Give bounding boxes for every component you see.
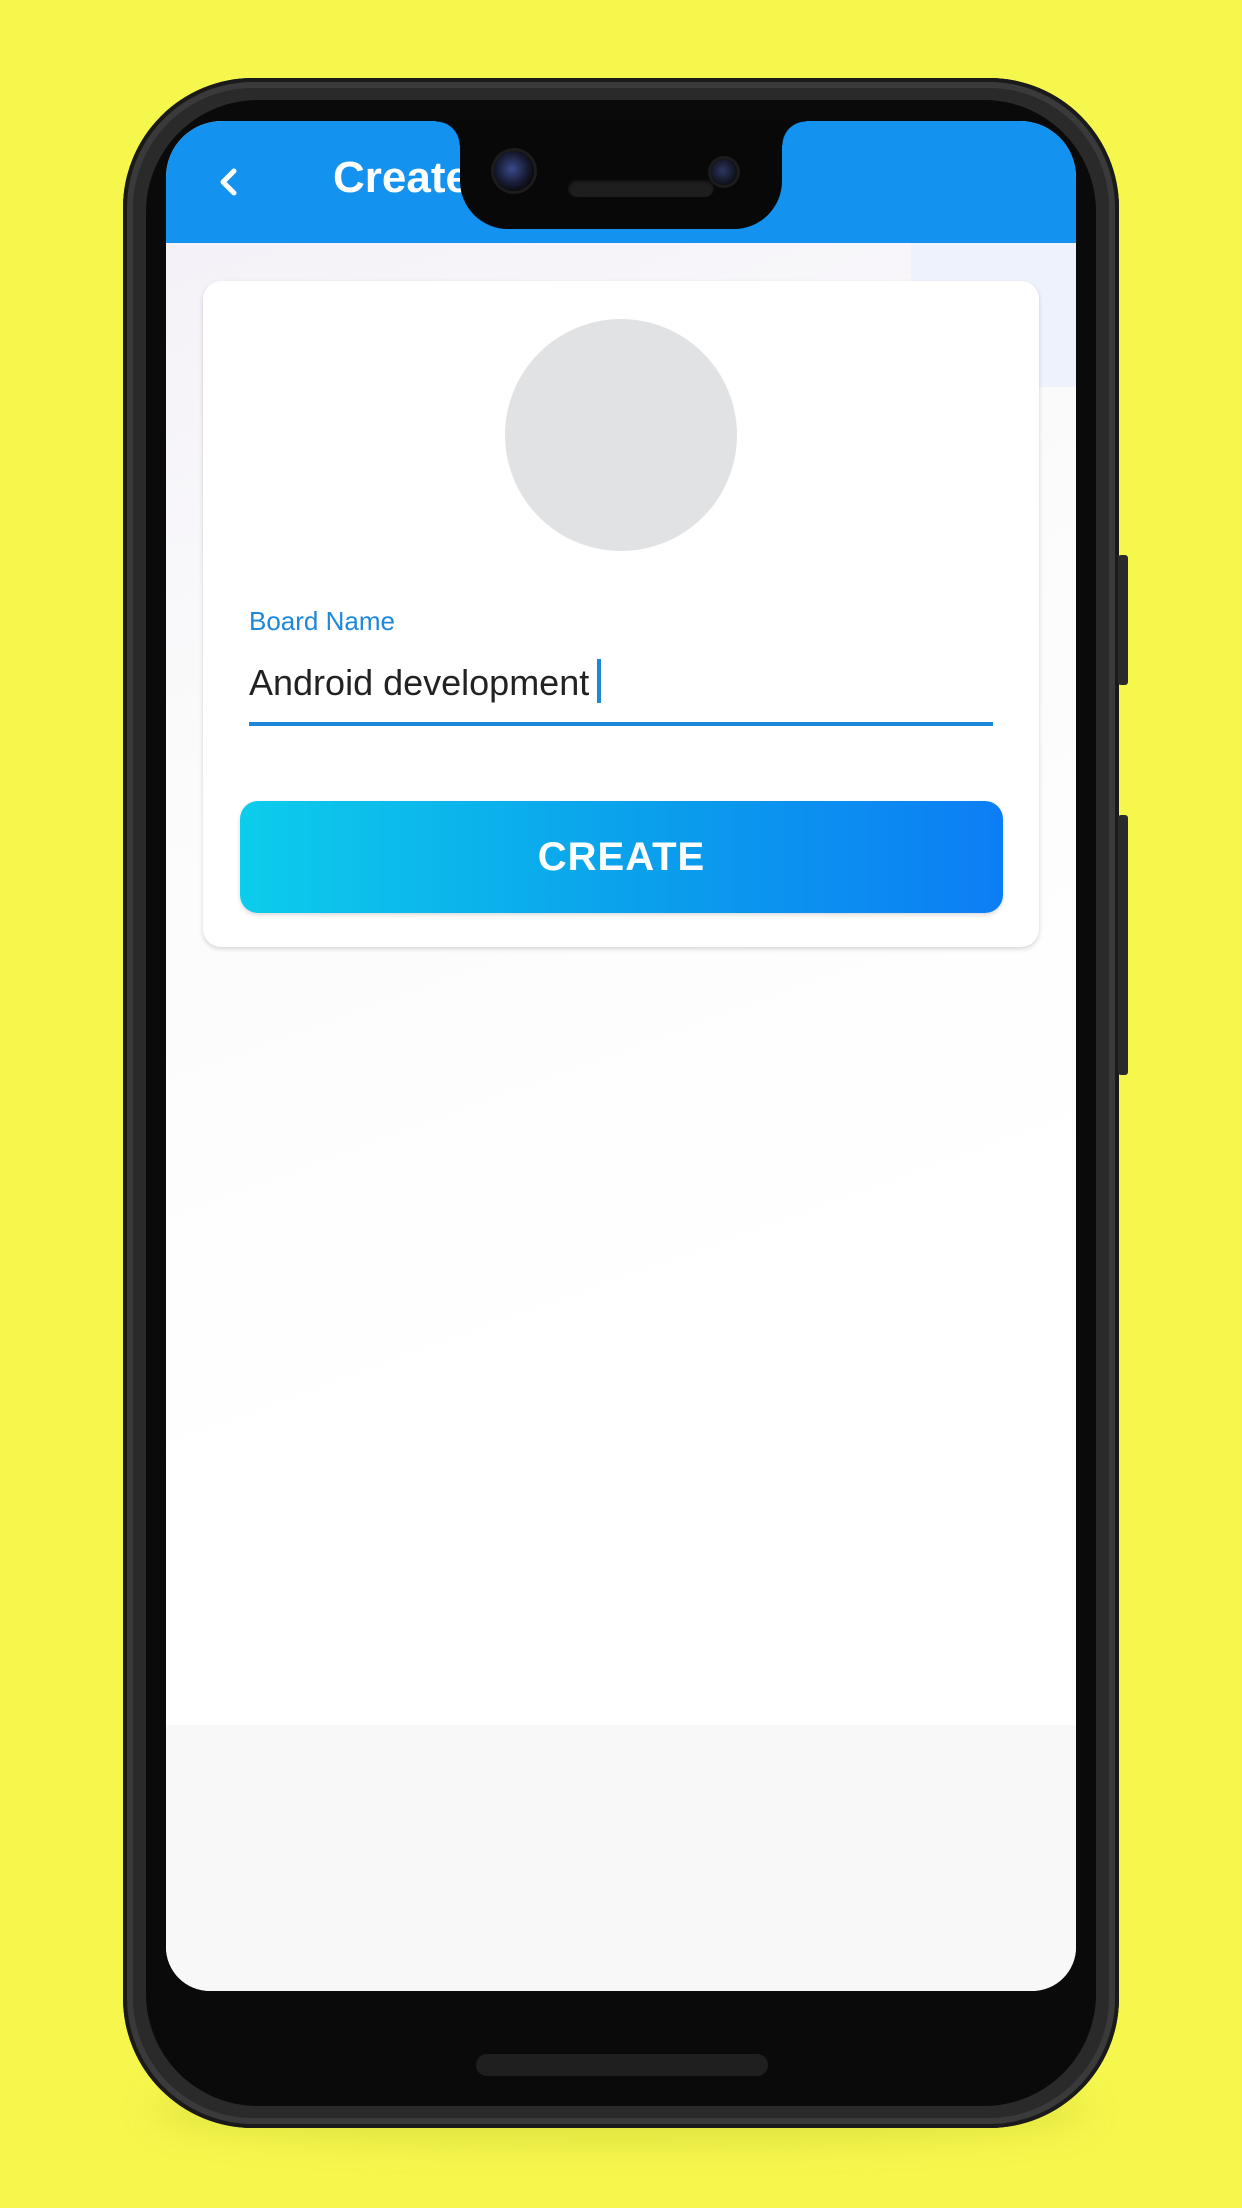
device-mockup-background: Create Board Name Android development CR… <box>0 0 1242 2208</box>
volume-button <box>1118 815 1128 1075</box>
board-name-text: Android development <box>249 662 590 703</box>
create-button[interactable]: CREATE <box>240 801 1003 913</box>
create-button-label: CREATE <box>537 834 706 879</box>
secondary-camera-icon <box>711 159 737 185</box>
page-title: Create <box>333 153 470 202</box>
display-notch <box>436 121 806 229</box>
app-screen: Create Board Name Android development CR… <box>166 121 1076 1991</box>
board-name-input[interactable]: Android development <box>249 646 993 726</box>
create-board-card: Board Name Android development CREATE <box>203 281 1039 947</box>
front-camera-icon <box>494 151 534 191</box>
bottom-speaker-grille <box>476 2054 768 2076</box>
bottom-area <box>166 1725 1076 1991</box>
board-name-label: Board Name <box>249 606 395 636</box>
power-button <box>1118 555 1128 685</box>
text-cursor <box>597 659 602 703</box>
earpiece-speaker <box>568 179 714 197</box>
board-name-value: Android development <box>249 659 602 704</box>
chevron-left-icon <box>220 168 237 196</box>
back-button[interactable] <box>202 155 256 209</box>
board-image-placeholder[interactable] <box>505 319 737 551</box>
